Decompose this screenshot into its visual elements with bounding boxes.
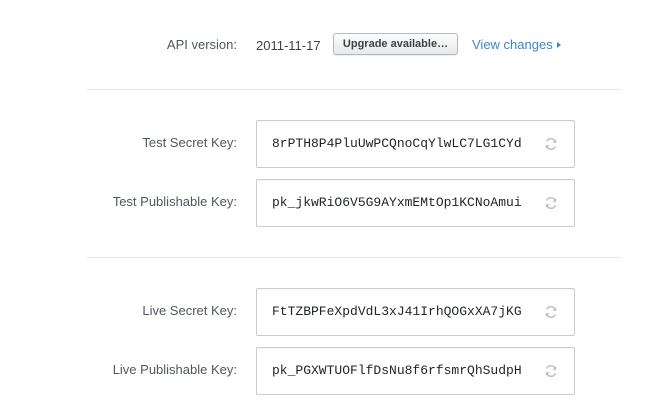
test-secret-key-field[interactable]: 8rPTH8P4PluUwPCQnoCqYlwLC7LG1CYd xyxy=(256,120,575,168)
test-secret-key-value[interactable]: 8rPTH8P4PluUwPCQnoCqYlwLC7LG1CYd xyxy=(272,136,527,151)
test-publishable-key-row: Test Publishable Key: pk_jkwRiO6V5G9AYxm… xyxy=(0,179,663,227)
refresh-icon[interactable] xyxy=(544,364,558,378)
caret-right-icon xyxy=(556,42,561,48)
live-secret-key-field[interactable]: FtTZBPFeXpdVdL3xJ41IrhQOGxXA7jKG xyxy=(256,288,575,336)
live-secret-key-row: Live Secret Key: FtTZBPFeXpdVdL3xJ41IrhQ… xyxy=(0,288,663,336)
api-version-row: API version: 2011-11-17 Upgrade availabl… xyxy=(0,32,663,58)
test-publishable-key-label: Test Publishable Key: xyxy=(112,194,237,209)
live-publishable-key-label: Live Publishable Key: xyxy=(112,362,237,377)
refresh-icon[interactable] xyxy=(544,137,558,151)
live-publishable-key-row: Live Publishable Key: pk_PGXWTUOFlfDsNu8… xyxy=(0,347,663,395)
live-secret-key-value[interactable]: FtTZBPFeXpdVdL3xJ41IrhQOGxXA7jKG xyxy=(272,304,527,319)
test-secret-key-row: Test Secret Key: 8rPTH8P4PluUwPCQnoCqYlw… xyxy=(0,120,663,168)
upgrade-button[interactable]: Upgrade available… xyxy=(333,33,458,55)
live-secret-key-label: Live Secret Key: xyxy=(142,303,237,318)
section-divider xyxy=(87,89,621,90)
view-changes-label: View changes xyxy=(472,37,553,52)
api-version-value: 2011-11-17 xyxy=(256,38,321,53)
api-version-label: API version: xyxy=(166,37,237,52)
refresh-icon[interactable] xyxy=(544,305,558,319)
view-changes-link[interactable]: View changes xyxy=(472,37,561,52)
test-publishable-key-field[interactable]: pk_jkwRiO6V5G9AYxmEMtOp1KCNoAmui xyxy=(256,179,575,227)
live-publishable-key-value[interactable]: pk_PGXWTUOFlfDsNu8f6rfsmrQhSudpH xyxy=(272,363,527,378)
live-publishable-key-field[interactable]: pk_PGXWTUOFlfDsNu8f6rfsmrQhSudpH xyxy=(256,347,575,395)
test-secret-key-label: Test Secret Key: xyxy=(142,135,237,150)
refresh-icon[interactable] xyxy=(544,196,558,210)
section-divider xyxy=(87,257,621,258)
test-publishable-key-value[interactable]: pk_jkwRiO6V5G9AYxmEMtOp1KCNoAmui xyxy=(272,195,527,210)
